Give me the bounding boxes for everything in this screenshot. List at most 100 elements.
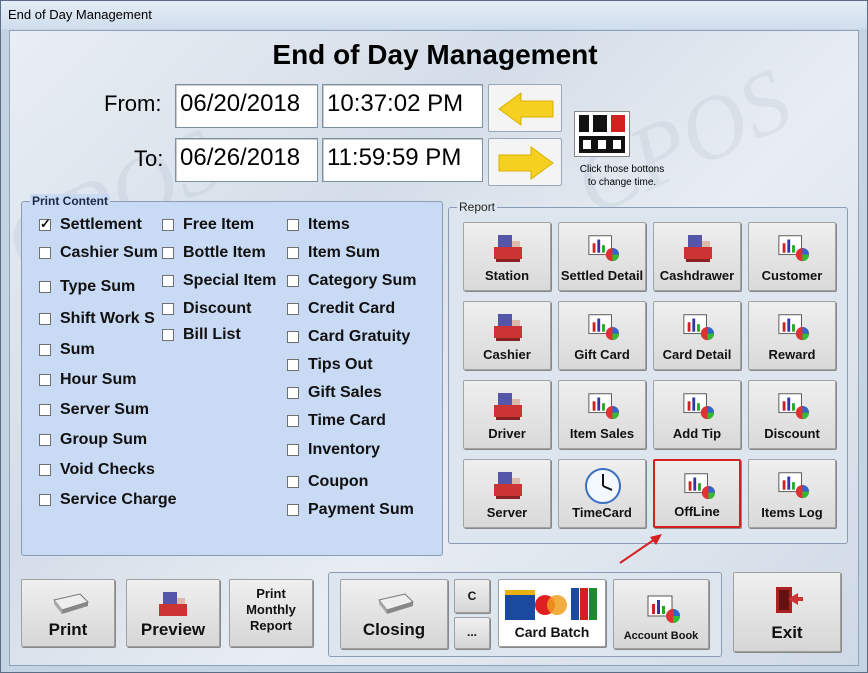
checkbox-free-item[interactable]: Free Item (162, 216, 254, 234)
checkbox-box[interactable] (287, 219, 299, 231)
report-cashier-button[interactable]: Cashier (463, 301, 551, 370)
checkbox-bill-list[interactable]: Bill List (162, 326, 241, 344)
checkbox-box[interactable] (287, 476, 299, 488)
time-picker-button[interactable] (574, 111, 630, 157)
register-icon (494, 393, 522, 420)
report-offline-button[interactable]: OffLine (653, 459, 741, 528)
checkbox-box[interactable] (39, 464, 51, 476)
to-date-field[interactable]: 06/26/2018 (175, 138, 318, 182)
checkbox-box[interactable] (162, 275, 174, 287)
checkbox-category-sum[interactable]: Category Sum (287, 272, 416, 290)
checkbox-discount[interactable]: Discount (162, 300, 251, 318)
checkbox-box[interactable] (39, 434, 51, 446)
report-driver-button[interactable]: Driver (463, 380, 551, 449)
more-button[interactable]: ... (454, 617, 490, 649)
checkbox-box[interactable] (287, 359, 299, 371)
checkbox-cashier-sum[interactable]: Cashier Sum (39, 244, 158, 262)
checkbox-card-gratuity[interactable]: Card Gratuity (287, 328, 410, 346)
checkbox-bottle-item[interactable]: Bottle Item (162, 244, 266, 262)
checkbox-box[interactable] (39, 494, 51, 506)
checkbox-settlement[interactable]: Settlement (39, 216, 142, 234)
report-timecard-button[interactable]: TimeCard (558, 459, 646, 528)
chart-icon (683, 393, 714, 420)
report-button-label: Driver (488, 426, 526, 441)
from-date-field[interactable]: 06/20/2018 (175, 84, 318, 128)
checkbox-credit-card[interactable]: Credit Card (287, 300, 395, 318)
report-card-detail-button[interactable]: Card Detail (653, 301, 741, 370)
report-button-label: Cashier (483, 347, 531, 362)
checkbox-box[interactable] (287, 415, 299, 427)
account-book-button[interactable]: Account Book (613, 579, 709, 649)
report-settled-detail-button[interactable]: Settled Detail (558, 222, 646, 291)
checkbox-type-sum[interactable]: Type Sum (39, 278, 135, 296)
checkbox-label: Category Sum (308, 272, 417, 289)
checkbox-group-sum[interactable]: Group Sum (39, 431, 147, 449)
checkbox-label: Group Sum (60, 431, 148, 448)
checkbox-box[interactable] (287, 504, 299, 516)
chart-icon (684, 473, 715, 500)
checkbox-box[interactable] (287, 303, 299, 315)
from-back-button[interactable] (488, 84, 562, 132)
card-batch-button[interactable]: Card Batch (498, 579, 606, 647)
checkbox-box[interactable] (39, 281, 51, 293)
checkbox-box[interactable] (162, 303, 174, 315)
closing-button[interactable]: Closing (340, 579, 448, 649)
checkbox-box[interactable] (39, 313, 51, 325)
chart-icon (778, 472, 809, 499)
checkbox-box[interactable] (287, 247, 299, 259)
print-monthly-report-button[interactable]: Print Monthly Report (229, 579, 313, 647)
c-button[interactable]: C (454, 579, 490, 613)
checkbox-item-sum[interactable]: Item Sum (287, 244, 380, 262)
checkbox-gift-sales[interactable]: Gift Sales (287, 384, 382, 402)
checkbox-special-item[interactable]: Special Item (162, 272, 276, 290)
report-add-tip-button[interactable]: Add Tip (653, 380, 741, 449)
checkbox-coupon[interactable]: Coupon (287, 473, 368, 491)
checkbox-hour-sum[interactable]: Hour Sum (39, 371, 136, 389)
to-forward-button[interactable] (488, 138, 562, 186)
report-server-button[interactable]: Server (463, 459, 551, 528)
checkbox-box[interactable] (39, 247, 51, 259)
checkbox-label: Credit Card (308, 300, 396, 317)
left-arrow-icon (498, 92, 554, 126)
checkbox-box[interactable] (287, 387, 299, 399)
report-cashdrawer-button[interactable]: Cashdrawer (653, 222, 741, 291)
checkbox-void-checks[interactable]: Void Checks (39, 461, 155, 479)
checkbox-server-sum[interactable]: Server Sum (39, 401, 149, 419)
checkbox-box[interactable] (162, 329, 174, 341)
from-label: From: (104, 91, 162, 116)
report-reward-button[interactable]: Reward (748, 301, 836, 370)
window-titlebar[interactable]: End of Day Management (1, 1, 867, 29)
report-items-log-button[interactable]: Items Log (748, 459, 836, 528)
checkbox-payment-sum[interactable]: Payment Sum (287, 501, 414, 519)
checkbox-sum[interactable]: Sum (39, 341, 95, 359)
to-time-field[interactable]: 11:59:59 PM (322, 138, 483, 182)
print-button[interactable]: Print (21, 579, 115, 647)
checkbox-tips-out[interactable]: Tips Out (287, 356, 373, 374)
checkbox-box[interactable] (287, 275, 299, 287)
checkbox-inventory[interactable]: Inventory (287, 441, 380, 459)
preview-button[interactable]: Preview (126, 579, 220, 647)
print-content-group: Print Content Settlement Cashier Sum Type … (21, 194, 443, 556)
exit-button[interactable]: Exit (733, 572, 841, 652)
from-time-field[interactable]: 10:37:02 PM (322, 84, 483, 128)
checkbox-service-charge[interactable]: Service Charge (39, 491, 177, 509)
main-window: End of Day Management CPOS CPOS End of D… (0, 0, 868, 673)
report-group: Report Station Settled Detail Cashdrawer Cu… (448, 200, 848, 544)
report-button-label: Station (484, 268, 530, 283)
checkbox-box[interactable] (162, 247, 174, 259)
checkbox-box[interactable] (39, 404, 51, 416)
checkbox-box[interactable] (287, 331, 299, 343)
report-station-button[interactable]: Station (463, 222, 551, 291)
checkbox-box[interactable] (287, 444, 299, 456)
report-gift-card-button[interactable]: Gift Card (558, 301, 646, 370)
checkbox-time-card[interactable]: Time Card (287, 412, 386, 430)
report-item-sales-button[interactable]: Item Sales (558, 380, 646, 449)
report-customer-button[interactable]: Customer (748, 222, 836, 291)
checkbox-box[interactable] (162, 219, 174, 231)
report-discount-button[interactable]: Discount (748, 380, 836, 449)
checkbox-items[interactable]: Items (287, 216, 350, 234)
checkbox-box[interactable] (39, 344, 51, 356)
checkbox-box[interactable] (39, 374, 51, 386)
checkbox-box[interactable] (39, 216, 51, 232)
checkbox-shift-work-s[interactable]: Shift Work S (39, 310, 155, 328)
